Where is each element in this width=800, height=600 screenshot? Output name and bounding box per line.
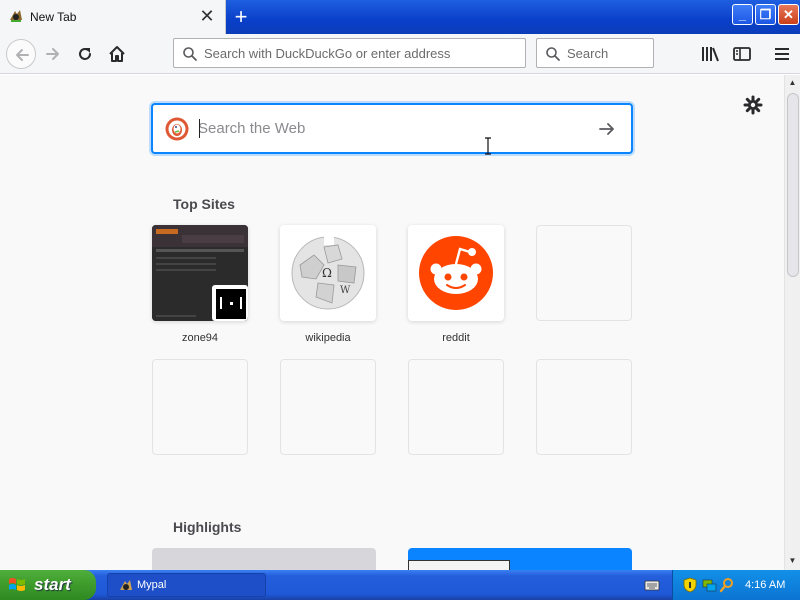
scroll-down-arrow-icon[interactable]: ▼ xyxy=(785,553,800,569)
gear-icon xyxy=(743,95,763,115)
duckduckgo-logo-icon xyxy=(165,117,189,141)
menu-button[interactable] xyxy=(770,43,794,65)
wikipedia-globe-icon: Ω W xyxy=(291,235,365,310)
tab-close-icon[interactable]: ✕ xyxy=(198,6,216,26)
highlight-card[interactable] xyxy=(152,548,376,570)
taskbar-item-label: Mypal xyxy=(137,579,167,591)
search-icon[interactable] xyxy=(719,577,735,593)
tab-new-tab[interactable]: New Tab ✕ xyxy=(0,0,226,34)
top-site-tile-zone94[interactable] xyxy=(152,225,248,321)
start-button[interactable]: start xyxy=(0,570,96,600)
top-site-placeholder xyxy=(152,359,248,455)
vertical-scrollbar[interactable]: ▲ ▼ xyxy=(784,75,800,570)
top-site-tile-wikipedia[interactable]: Ω W xyxy=(280,225,376,321)
navigation-toolbar xyxy=(0,34,800,74)
reload-button[interactable] xyxy=(70,39,100,69)
back-button[interactable] xyxy=(6,39,36,69)
text-cursor-icon xyxy=(485,137,491,155)
maximize-button[interactable]: ❐ xyxy=(755,4,776,25)
back-icon xyxy=(16,49,29,61)
close-window-button[interactable]: ✕ xyxy=(778,4,799,25)
search-input[interactable] xyxy=(567,39,651,67)
home-icon xyxy=(109,46,125,62)
network-icon[interactable] xyxy=(701,577,717,593)
tab-strip: New Tab ✕ + _ ❐ ✕ xyxy=(0,0,800,34)
windows-logo-icon xyxy=(9,578,25,591)
search-bar[interactable] xyxy=(536,38,654,68)
url-input[interactable] xyxy=(204,39,522,67)
mypal-favicon-icon xyxy=(120,580,132,590)
forward-button[interactable] xyxy=(38,39,68,69)
clock: 4:16 AM xyxy=(745,579,786,591)
mypal-favicon-icon xyxy=(10,10,22,22)
url-bar[interactable] xyxy=(173,38,526,68)
taskbar-item-mypal[interactable]: Mypal xyxy=(107,573,266,597)
svg-text:W: W xyxy=(340,285,351,296)
highlight-card[interactable] xyxy=(408,548,632,570)
text-caret xyxy=(199,119,200,138)
top-site-placeholder xyxy=(408,359,504,455)
arrow-right-icon[interactable] xyxy=(597,119,617,139)
scroll-up-arrow-icon[interactable]: ▲ xyxy=(785,75,800,91)
top-site-placeholder xyxy=(536,359,632,455)
start-label: start xyxy=(34,575,71,594)
taskbar: start Mypal 4:16 AM xyxy=(0,570,800,600)
reddit-logo-icon xyxy=(419,236,493,310)
top-site-label[interactable]: wikipedia xyxy=(268,332,388,344)
highlights-heading: Highlights xyxy=(173,519,242,535)
hamburger-menu-icon xyxy=(775,48,789,60)
forward-icon xyxy=(46,48,59,60)
minimize-button[interactable]: _ xyxy=(732,4,753,25)
web-search-box[interactable] xyxy=(151,103,633,154)
top-sites-heading: Top Sites xyxy=(173,196,235,212)
highlight-card-preview xyxy=(408,560,510,570)
reload-icon xyxy=(79,48,91,60)
zone94-thumbnail xyxy=(152,225,248,321)
tab-title: New Tab xyxy=(30,10,77,24)
home-button[interactable] xyxy=(102,39,132,69)
system-tray: 4:16 AM xyxy=(672,570,800,600)
top-site-placeholder xyxy=(280,359,376,455)
sidebar-button[interactable] xyxy=(730,43,754,65)
new-tab-button[interactable]: + xyxy=(228,3,254,31)
svg-text:Ω: Ω xyxy=(322,266,332,280)
search-icon xyxy=(546,47,560,61)
sidebar-icon xyxy=(733,47,751,61)
customize-button[interactable] xyxy=(743,95,763,115)
library-icon xyxy=(702,47,719,62)
library-button[interactable] xyxy=(698,43,722,65)
top-site-placeholder xyxy=(536,225,632,321)
top-site-label[interactable]: reddit xyxy=(396,332,516,344)
search-icon xyxy=(183,47,197,61)
new-tab-page: Top Sites Ω W xyxy=(0,75,784,570)
scrollbar-thumb[interactable] xyxy=(787,93,799,277)
top-site-tile-reddit[interactable] xyxy=(408,225,504,321)
top-site-label[interactable]: zone94 xyxy=(140,332,260,344)
keyboard-icon[interactable] xyxy=(644,577,660,593)
security-shield-icon[interactable] xyxy=(683,577,697,593)
web-search-input[interactable] xyxy=(198,105,588,152)
